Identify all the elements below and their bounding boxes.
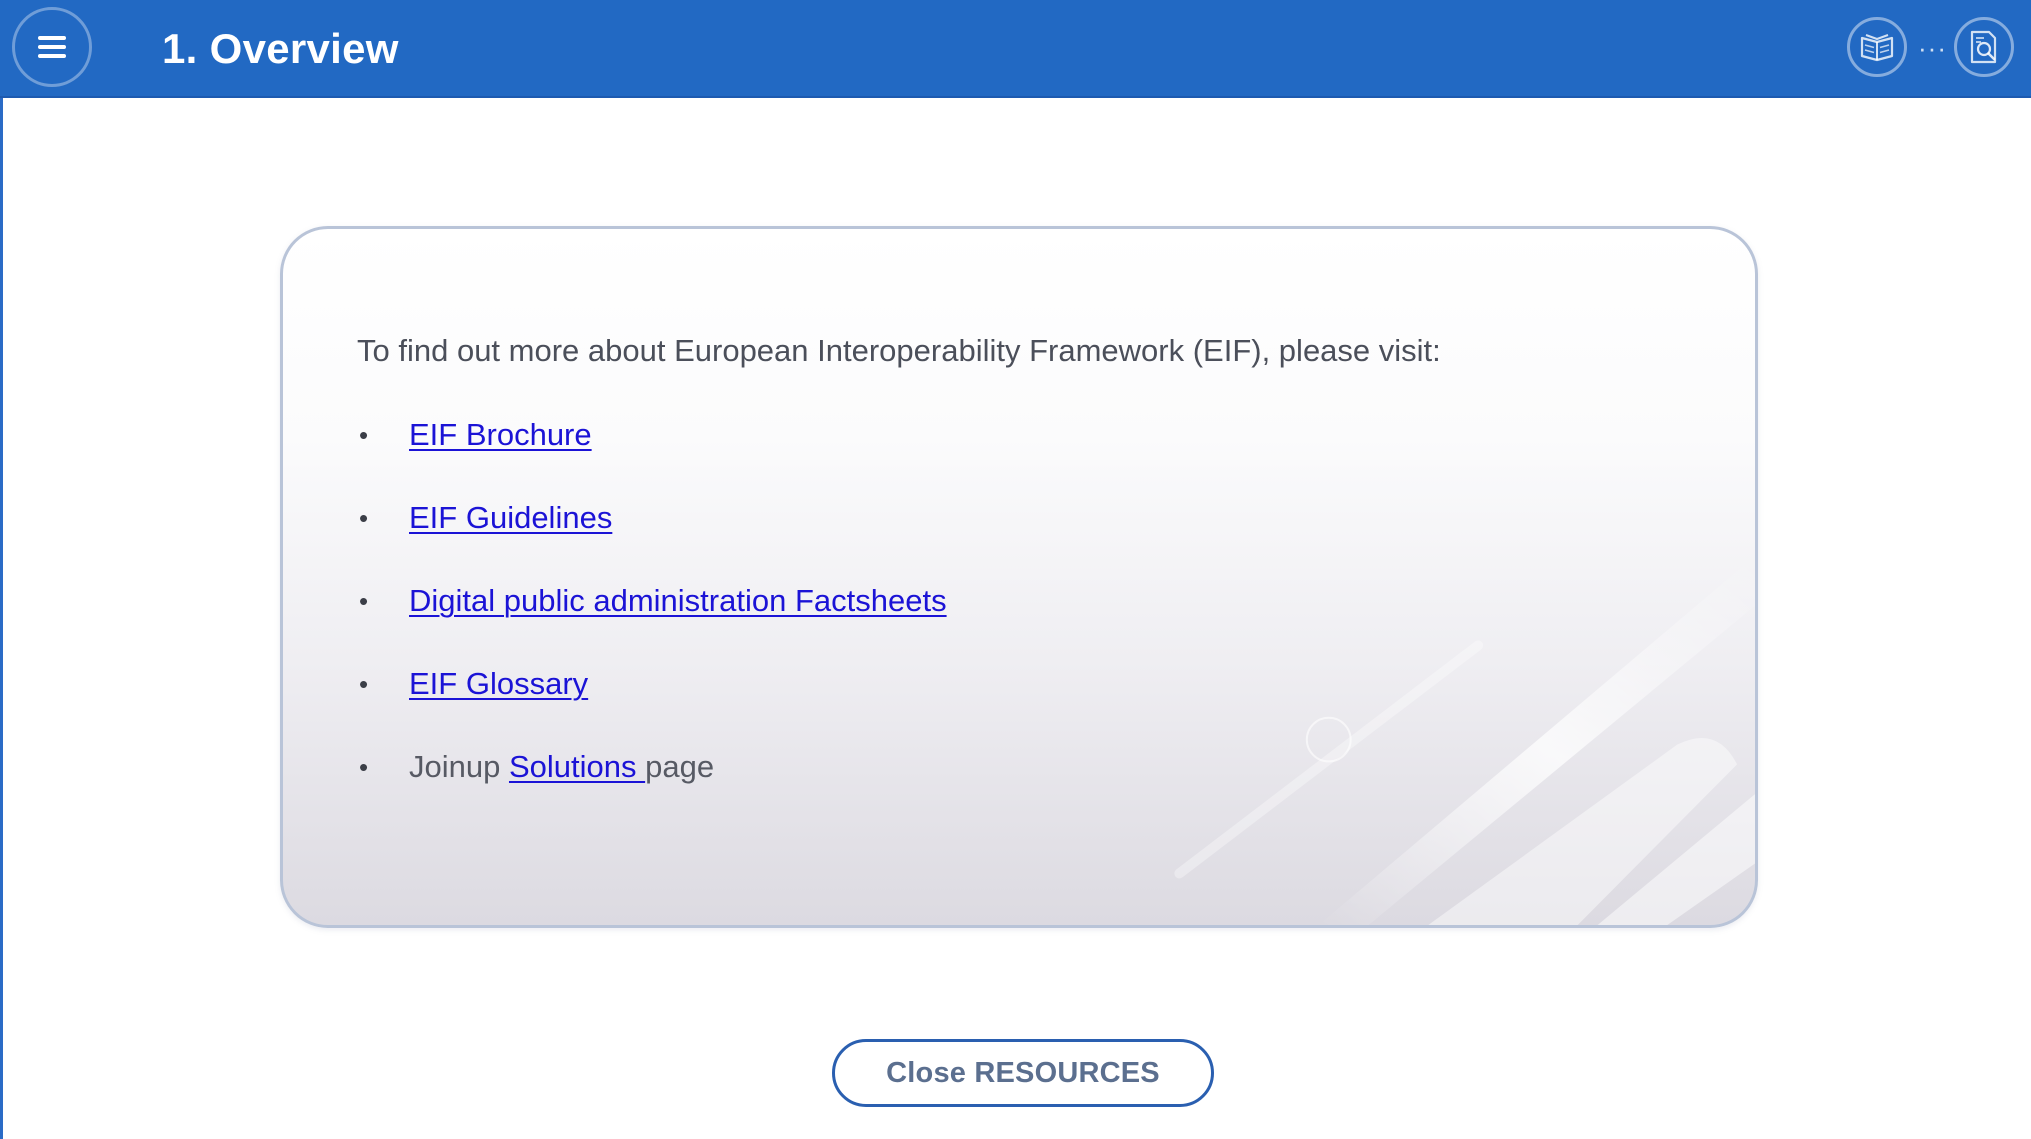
left-accent-line [0,98,3,1139]
bullet: • [359,669,369,699]
page-title: 1. Overview [162,25,399,72]
intro-text: To find out more about European Interope… [357,333,1441,368]
hamburger-menu-icon [38,36,66,58]
more-dots: ··· [1918,33,1947,63]
eif-brochure-link[interactable]: EIF Brochure [409,417,592,452]
joinup-solutions-link[interactable]: Solutions [509,749,645,784]
bullet: • [359,586,369,616]
list-item: • Digital public administration Factshee… [357,579,947,662]
list-item: • Joinup Solutions page [357,745,947,828]
book-icon [1860,34,1894,62]
close-resources-button[interactable]: Close RESOURCES [832,1039,1214,1107]
top-bar: 1. Overview ··· [0,0,2031,98]
bullet: • [359,420,369,450]
list-item: • EIF Guidelines [357,496,947,579]
eif-glossary-link[interactable]: EIF Glossary [409,666,588,701]
document-search-icon [1970,30,1997,64]
resource-links-list: • EIF Brochure • EIF Guidelines • Digita… [357,413,947,828]
list-item: • EIF Brochure [357,413,947,496]
factsheets-link[interactable]: Digital public administration Factsheets [409,583,947,618]
resources-button[interactable] [1847,17,1907,77]
menu-button[interactable] [12,7,92,87]
bullet: • [359,503,369,533]
resources-panel: To find out more about European Interope… [280,226,1758,928]
list-item: • EIF Glossary [357,662,947,745]
eif-guidelines-link[interactable]: EIF Guidelines [409,500,612,535]
glossary-button[interactable] [1954,17,2014,77]
joinup-suffix: page [645,749,715,784]
bullet: • [359,752,369,782]
joinup-prefix: Joinup [409,749,501,784]
